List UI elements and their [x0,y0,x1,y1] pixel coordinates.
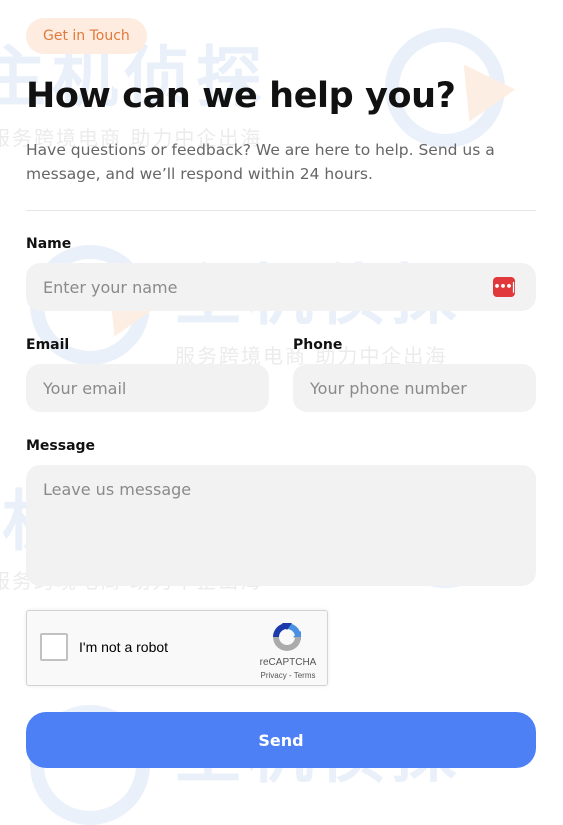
recaptcha-logo-icon [273,623,301,651]
recaptcha-terms-link[interactable]: Terms [294,671,316,680]
recaptcha-links: Privacy - Terms [252,671,324,680]
recaptcha-link-separator: - [286,671,294,680]
phone-input[interactable] [293,364,536,412]
recaptcha-label: I'm not a robot [79,639,169,655]
send-button[interactable]: Send [26,712,536,768]
recaptcha-checkbox[interactable] [40,633,68,661]
divider [26,210,536,211]
name-input[interactable] [26,263,536,311]
name-label: Name [26,236,72,252]
message-label: Message [26,438,96,454]
recaptcha-widget: I'm not a robot reCAPTCHA Privacy - Term… [26,610,328,686]
get-in-touch-badge: Get in Touch [26,18,147,54]
phone-label: Phone [293,337,343,353]
email-input[interactable] [26,364,269,412]
recaptcha-privacy-link[interactable]: Privacy [261,671,287,680]
password-manager-icon[interactable]: •••| [493,277,516,297]
page-title: How can we help you? [26,76,456,116]
email-label: Email [26,337,70,353]
message-textarea[interactable] [26,465,536,586]
page-subtitle: Have questions or feedback? We are here … [26,141,495,183]
recaptcha-brand: reCAPTCHA [259,657,317,668]
